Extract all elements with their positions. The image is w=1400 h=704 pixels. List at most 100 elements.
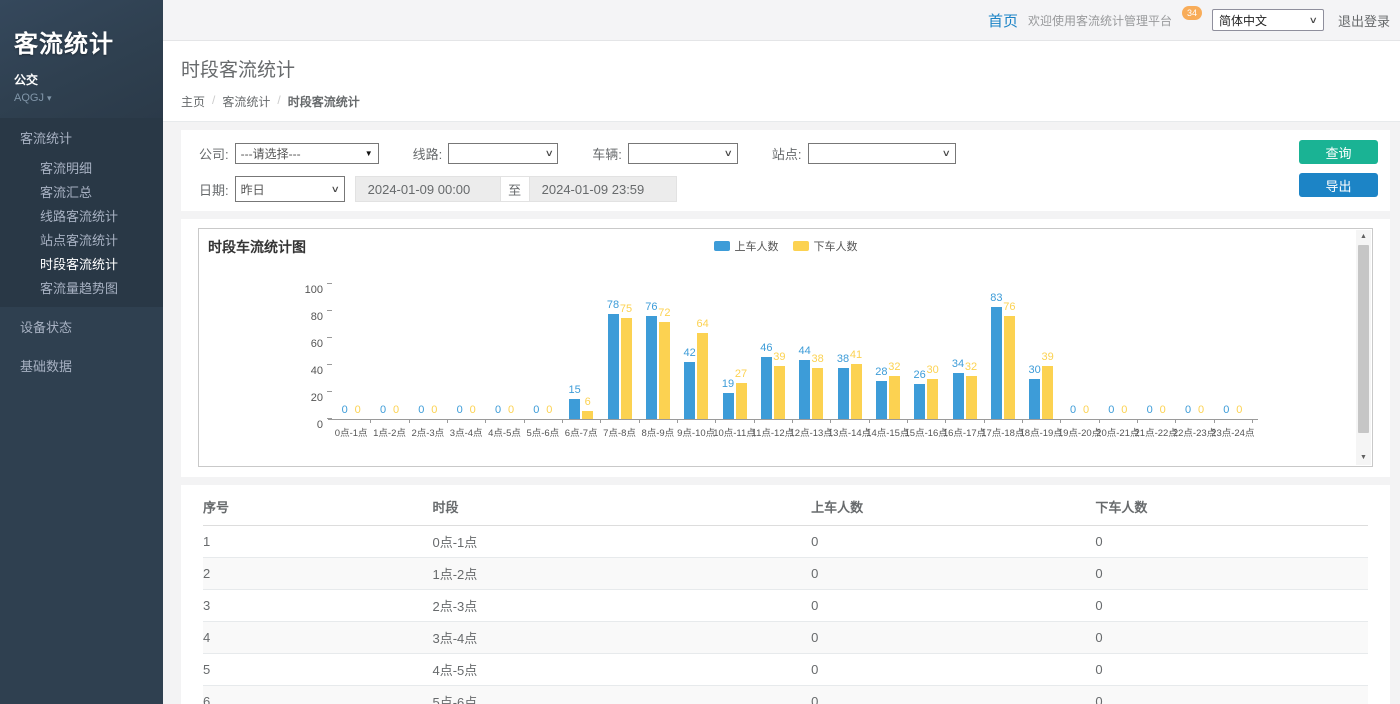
table-cell-on: 0 bbox=[811, 686, 1095, 704]
col-header-boarding: 上车人数 bbox=[811, 487, 1095, 526]
date-end-input[interactable]: 2024-01-09 23:59 bbox=[529, 176, 677, 202]
sidebar-submenu: 客流明细客流汇总线路客流统计站点客流统计时段客流统计客流量趋势图 bbox=[0, 157, 163, 307]
sidebar-item-基础数据[interactable]: 基础数据 bbox=[0, 346, 163, 385]
legend-item-上车人数[interactable]: 上车人数 bbox=[714, 238, 779, 254]
bar-value-label: 76 bbox=[992, 301, 1026, 313]
bar-value-label: 27 bbox=[724, 368, 758, 380]
breadcrumb-section[interactable]: 客流统计 bbox=[222, 93, 270, 110]
line-select[interactable]: ∨ bbox=[448, 143, 558, 164]
chevron-down-icon: ∨ bbox=[724, 148, 733, 159]
bar-上车人数-10点-11点 bbox=[723, 393, 734, 419]
x-axis-label: 23点-24点 bbox=[1203, 425, 1263, 439]
bar-value-label: 39 bbox=[1031, 351, 1065, 363]
table-cell-no: 6 bbox=[203, 686, 433, 704]
breadcrumb: 主页 / 客流统计 / 时段客流统计 bbox=[181, 93, 1400, 110]
sidebar-group: 基础数据 bbox=[0, 346, 163, 385]
table-cell-no: 1 bbox=[203, 526, 433, 558]
table-cell-period: 0点-1点 bbox=[433, 526, 812, 558]
x-tick-mark bbox=[907, 419, 908, 423]
sidebar-subitem-线路客流统计[interactable]: 线路客流统计 bbox=[0, 205, 163, 229]
sidebar-group: 客流统计客流明细客流汇总线路客流统计站点客流统计时段客流统计客流量趋势图 bbox=[0, 118, 163, 307]
x-tick-mark bbox=[639, 419, 640, 423]
x-tick-mark bbox=[447, 419, 448, 423]
table-cell-period: 2点-3点 bbox=[433, 590, 812, 622]
sidebar-subitem-客流汇总[interactable]: 客流汇总 bbox=[0, 181, 163, 205]
breadcrumb-separator: / bbox=[277, 93, 280, 110]
chart-vertical-scrollbar: ▲ ▼ bbox=[1356, 230, 1371, 465]
chevron-down-icon: ∨ bbox=[331, 184, 340, 195]
logout-link[interactable]: 退出登录 bbox=[1338, 11, 1390, 30]
query-button[interactable]: 查询 bbox=[1299, 140, 1378, 164]
col-header-no: 序号 bbox=[203, 487, 433, 526]
export-button[interactable]: 导出 bbox=[1299, 173, 1378, 197]
x-tick-mark bbox=[754, 419, 755, 423]
date-preset-select[interactable]: 昨日 ∨ bbox=[235, 176, 345, 202]
page-title: 时段客流统计 bbox=[181, 55, 1400, 82]
y-tick-mark bbox=[327, 364, 332, 365]
x-tick-mark bbox=[370, 419, 371, 423]
sidebar-subitem-客流量趋势图[interactable]: 客流量趋势图 bbox=[0, 277, 163, 301]
chart-scroll-area: 时段车流统计图 上车人数下车人数 020406080100000点-1点001点… bbox=[198, 228, 1373, 467]
sidebar-subitem-时段客流统计[interactable]: 时段客流统计 bbox=[0, 253, 163, 277]
legend-swatch-icon bbox=[714, 241, 730, 251]
breadcrumb-current: 时段客流统计 bbox=[288, 93, 360, 110]
sidebar-item-客流统计[interactable]: 客流统计 bbox=[0, 118, 163, 157]
x-tick-mark bbox=[715, 419, 716, 423]
legend-item-下车人数[interactable]: 下车人数 bbox=[793, 238, 858, 254]
org-name: 公交 bbox=[14, 71, 163, 88]
table-cell-off: 0 bbox=[1095, 686, 1368, 704]
x-tick-mark bbox=[562, 419, 563, 423]
y-tick-mark bbox=[327, 337, 332, 338]
language-select[interactable]: 简体中文 ∨ bbox=[1212, 9, 1324, 31]
table-cell-off: 0 bbox=[1095, 622, 1368, 654]
bar-下车人数-12点-13点 bbox=[812, 368, 823, 419]
breadcrumb-separator: / bbox=[212, 93, 215, 110]
sidebar-subitem-客流明细[interactable]: 客流明细 bbox=[0, 157, 163, 181]
chart-plot-area: 020406080100000点-1点001点-2点002点-3点003点-4点… bbox=[332, 284, 1252, 419]
bar-上车人数-15点-16点 bbox=[914, 384, 925, 419]
bar-下车人数-6点-7点 bbox=[582, 411, 593, 419]
x-tick-mark bbox=[1137, 419, 1138, 423]
chart-title: 时段车流统计图 bbox=[208, 237, 306, 257]
bar-value-label: 32 bbox=[954, 361, 988, 373]
y-tick-label: 100 bbox=[293, 284, 323, 296]
org-code-dropdown[interactable]: AQGJ ▾ bbox=[14, 92, 163, 104]
company-filter: 公司: ---请选择--- ▼ bbox=[199, 143, 379, 164]
date-start-input[interactable]: 2024-01-09 00:00 bbox=[355, 176, 501, 202]
home-link[interactable]: 首页 bbox=[988, 10, 1018, 31]
x-tick-mark bbox=[1099, 419, 1100, 423]
station-select[interactable]: ∨ bbox=[808, 143, 956, 164]
y-tick-label: 40 bbox=[293, 365, 323, 377]
filter-row-1: 公司: ---请选择--- ▼ 线路: ∨ 车辆: ∨ bbox=[199, 143, 1372, 164]
scrollbar-up-arrow[interactable]: ▲ bbox=[1356, 230, 1371, 244]
bar-下车人数-15点-16点 bbox=[927, 379, 938, 420]
table-cell-period: 1点-2点 bbox=[433, 558, 812, 590]
vehicle-select[interactable]: ∨ bbox=[628, 143, 738, 164]
y-tick-mark bbox=[327, 418, 332, 419]
bar-下车人数-13点-14点 bbox=[851, 364, 862, 419]
breadcrumb-home[interactable]: 主页 bbox=[181, 93, 205, 110]
company-select[interactable]: ---请选择--- ▼ bbox=[235, 143, 379, 164]
sidebar-subitem-站点客流统计[interactable]: 站点客流统计 bbox=[0, 229, 163, 253]
bar-下车人数-8点-9点 bbox=[659, 322, 670, 419]
table-header-row: 序号 时段 上车人数 下车人数 bbox=[203, 487, 1368, 526]
sidebar-group: 设备状态 bbox=[0, 307, 163, 346]
x-tick-mark bbox=[830, 419, 831, 423]
x-tick-mark bbox=[1060, 419, 1061, 423]
bar-value-label: 6 bbox=[571, 396, 605, 408]
table-cell-period: 3点-4点 bbox=[433, 622, 812, 654]
date-label: 日期: bbox=[199, 180, 229, 199]
y-tick-label: 80 bbox=[293, 311, 323, 323]
bar-上车人数-11点-12点 bbox=[761, 357, 772, 419]
scrollbar-thumb[interactable] bbox=[1358, 245, 1369, 433]
scrollbar-down-arrow[interactable]: ▼ bbox=[1356, 451, 1371, 465]
notification-badge[interactable]: 34 bbox=[1182, 6, 1202, 20]
filter-panel: 公司: ---请选择--- ▼ 线路: ∨ 车辆: ∨ bbox=[181, 130, 1390, 211]
line-label: 线路: bbox=[413, 144, 443, 163]
bar-下车人数-17点-18点 bbox=[1004, 316, 1015, 419]
table-row: 21点-2点00 bbox=[203, 558, 1368, 590]
x-tick-mark bbox=[1022, 419, 1023, 423]
bar-上车人数-17点-18点 bbox=[991, 307, 1002, 419]
sidebar-item-设备状态[interactable]: 设备状态 bbox=[0, 307, 163, 346]
y-tick-mark bbox=[327, 310, 332, 311]
